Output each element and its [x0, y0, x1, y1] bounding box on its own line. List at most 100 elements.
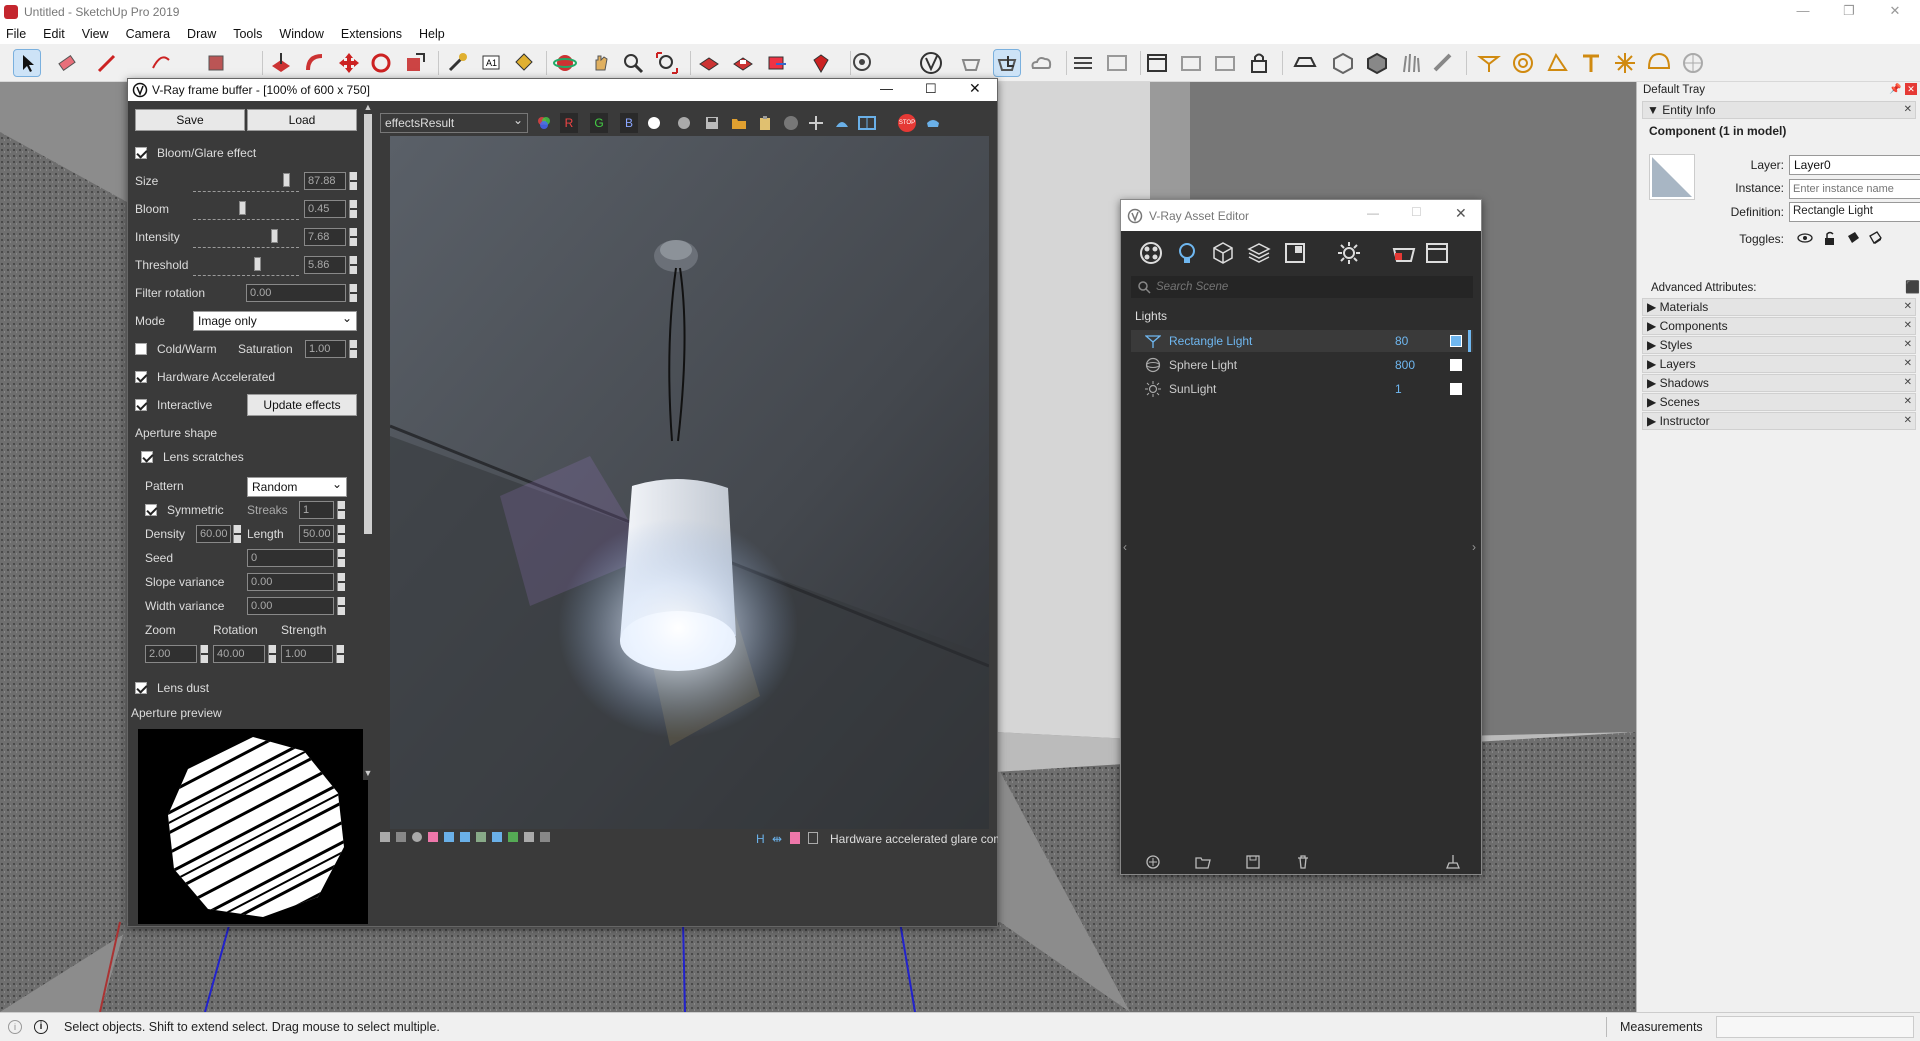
ies-light-tool-icon[interactable]: [1578, 50, 1604, 76]
length-value[interactable]: 50.00: [299, 525, 334, 543]
size-value[interactable]: 87.88: [304, 172, 346, 190]
menu-tools[interactable]: Tools: [233, 27, 262, 41]
entity-info-panel-header[interactable]: ▼ Entity Info ✕: [1642, 101, 1916, 119]
stamp-icon[interactable]: [396, 832, 406, 842]
width-variance-spinner[interactable]: [337, 597, 345, 615]
vray-fur-icon[interactable]: [1398, 50, 1424, 76]
menu-draw[interactable]: Draw: [187, 27, 216, 41]
tape-measure-tool-icon[interactable]: [444, 50, 470, 76]
expand-right-icon[interactable]: ›: [1472, 540, 1476, 554]
tray-close-icon[interactable]: ✕: [1905, 83, 1917, 95]
vray-interactive-render-icon[interactable]: [993, 49, 1021, 77]
instance-name-input[interactable]: [1789, 179, 1920, 199]
render-teapot-icon[interactable]: [924, 115, 942, 131]
render-image[interactable]: [390, 136, 989, 829]
stop-render-icon[interactable]: STOP: [898, 114, 916, 132]
visibility-icon[interactable]: [1797, 231, 1813, 248]
render-elements-tab-icon[interactable]: [1247, 241, 1271, 268]
panel-close-icon[interactable]: ✕: [1904, 375, 1912, 391]
filter-rotation-spinner[interactable]: [349, 284, 357, 302]
asset-editor-maximize-button[interactable]: ☐: [1411, 205, 1422, 219]
extension-warehouse-icon[interactable]: [730, 50, 756, 76]
srgb-icon[interactable]: [540, 832, 550, 842]
zoom-value[interactable]: 2.00: [145, 645, 197, 663]
pattern-dropdown[interactable]: Random: [247, 475, 347, 497]
threshold-slider[interactable]: [193, 254, 299, 276]
white-balance-icon[interactable]: [492, 832, 502, 842]
save-button[interactable]: Save: [135, 109, 245, 131]
vfb-panel-scrollbar-thumb[interactable]: [364, 114, 372, 534]
rectangle-light-tool-icon[interactable]: [1476, 50, 1502, 76]
menu-file[interactable]: File: [6, 27, 26, 41]
asset-editor-minimize-button[interactable]: —: [1367, 206, 1379, 220]
render-region-icon[interactable]: [834, 115, 850, 131]
threshold-value[interactable]: 5.86: [304, 256, 346, 274]
threshold-spinner[interactable]: [349, 256, 357, 274]
collapse-left-icon[interactable]: ‹: [1123, 540, 1127, 554]
lights-tab-icon[interactable]: [1175, 241, 1199, 268]
vray-lock-region-icon[interactable]: [1212, 50, 1238, 76]
instructor-panel-header[interactable]: ▶ Instructor ✕: [1642, 412, 1916, 430]
delete-icon[interactable]: [1295, 854, 1311, 873]
levels-icon[interactable]: [444, 832, 454, 842]
load-button[interactable]: Load: [247, 109, 357, 131]
monochrome-icon[interactable]: [678, 117, 690, 129]
follow-me-tool-icon[interactable]: [302, 50, 328, 76]
bloom-value[interactable]: 0.45: [304, 200, 346, 218]
light-row-rectangle[interactable]: Rectangle Light 80: [1131, 330, 1473, 352]
streaks-spinner[interactable]: [337, 501, 345, 519]
compare-icon[interactable]: [858, 115, 876, 131]
layers-panel-header[interactable]: ▶ Layers ✕: [1642, 355, 1916, 373]
update-effects-button[interactable]: Update effects: [247, 394, 357, 416]
vray-clipper-icon[interactable]: [1430, 50, 1456, 76]
menu-window[interactable]: Window: [279, 27, 323, 41]
materials-tab-icon[interactable]: [1139, 241, 1163, 268]
length-spinner[interactable]: [337, 525, 345, 543]
horizontal-compare-label[interactable]: H: [756, 832, 765, 846]
panel-close-icon[interactable]: ✕: [1904, 413, 1912, 429]
bloom-slider[interactable]: [193, 198, 299, 220]
split-icon[interactable]: ⇹: [772, 832, 782, 846]
slope-variance-spinner[interactable]: [337, 573, 345, 591]
save-icon[interactable]: [1245, 854, 1261, 873]
save-image-icon[interactable]: [704, 115, 720, 131]
hardware-accelerated-checkbox[interactable]: [135, 371, 147, 383]
vray-logo-icon[interactable]: [918, 50, 944, 76]
orbit-tool-icon[interactable]: [552, 50, 578, 76]
vray-batch-render-icon[interactable]: [1070, 50, 1096, 76]
scenes-panel-header[interactable]: ▶ Scenes ✕: [1642, 393, 1916, 411]
ocio-icon[interactable]: [524, 832, 534, 842]
size-spinner[interactable]: [349, 172, 357, 190]
scroll-up-icon[interactable]: ▲: [363, 102, 373, 112]
rotate-tool-icon[interactable]: [368, 50, 394, 76]
menu-view[interactable]: View: [82, 27, 109, 41]
render-interactive-icon[interactable]: [1391, 241, 1417, 268]
color-channels-icon[interactable]: [536, 115, 552, 131]
layer-dropdown[interactable]: Layer0: [1789, 153, 1920, 175]
alpha-channel-icon[interactable]: [648, 117, 660, 129]
light-row-sun[interactable]: SunLight 1: [1131, 378, 1473, 400]
vray-viewport-render-icon[interactable]: [1144, 50, 1170, 76]
panel-close-icon[interactable]: ✕: [1904, 356, 1912, 372]
clear-image-icon[interactable]: [784, 116, 798, 130]
vray-viewport-region-icon[interactable]: [1178, 50, 1204, 76]
shadows-panel-header[interactable]: ▶ Shadows ✕: [1642, 374, 1916, 392]
panel-close-icon[interactable]: ✕: [1904, 394, 1912, 410]
purge-icon[interactable]: [1445, 854, 1461, 873]
sphere-light-tool-icon[interactable]: [1510, 50, 1536, 76]
textures-tab-icon[interactable]: [1283, 241, 1307, 268]
saturation-spinner[interactable]: [349, 340, 357, 358]
vfb-close-button[interactable]: ✕: [969, 80, 981, 97]
styles-panel-header[interactable]: ▶ Styles ✕: [1642, 336, 1916, 354]
close-button[interactable]: ✕: [1872, 0, 1918, 24]
lut-icon[interactable]: [508, 832, 518, 842]
menu-edit[interactable]: Edit: [43, 27, 65, 41]
omni-light-tool-icon[interactable]: [1612, 50, 1638, 76]
vray-render-icon[interactable]: [958, 50, 984, 76]
send-to-layout-icon[interactable]: [764, 50, 790, 76]
interactive-checkbox[interactable]: [135, 399, 147, 411]
mode-dropdown[interactable]: Image only: [193, 309, 357, 331]
vray-proxy-import-icon[interactable]: [1364, 50, 1390, 76]
green-channel-toggle[interactable]: G: [590, 113, 608, 133]
intensity-spinner[interactable]: [349, 228, 357, 246]
